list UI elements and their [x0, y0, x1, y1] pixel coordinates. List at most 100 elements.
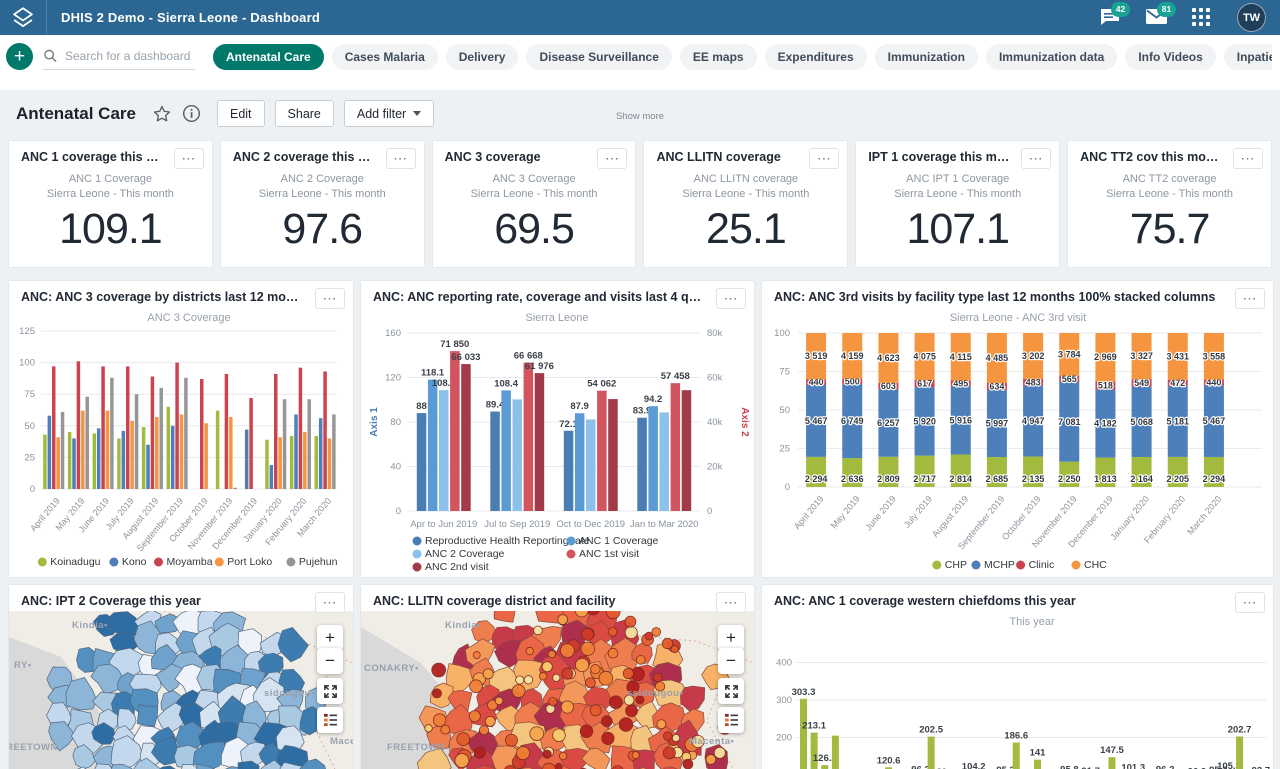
dashboard-chip[interactable]: Expenditures [765, 44, 867, 70]
map-layers-button[interactable] [718, 707, 744, 733]
edit-button[interactable]: Edit [217, 100, 265, 127]
svg-text:95.8: 95.8 [1060, 765, 1079, 769]
svg-text:4 159: 4 159 [841, 351, 864, 361]
stat-card: IPT 1 coverage this month⋯ANC IPT 1 Cove… [855, 140, 1060, 268]
layers-icon [724, 713, 739, 727]
map-title: ANC: IPT 2 Coverage this year [21, 594, 305, 608]
svg-text:80: 80 [390, 417, 401, 428]
new-dashboard-button[interactable]: + [6, 43, 33, 70]
svg-text:25: 25 [779, 444, 790, 455]
svg-text:7 081: 7 081 [1058, 417, 1081, 427]
app-title: DHIS 2 Demo - Sierra Leone - Dashboard [61, 10, 320, 25]
card-more-button[interactable]: ⋯ [597, 148, 627, 169]
user-avatar[interactable]: TW [1237, 3, 1266, 32]
legend-item[interactable]: ANC 1st visit [567, 548, 640, 560]
legend-item[interactable]: CHC [1072, 559, 1108, 571]
map-zoom-out-button[interactable]: − [718, 648, 744, 674]
legend-item[interactable]: Port Loko [215, 556, 273, 568]
svg-text:5 920: 5 920 [913, 416, 936, 426]
dashboard-chip[interactable]: Immunization data [986, 44, 1117, 70]
stat-subtitle: ANC 1 Coverage [9, 172, 212, 187]
legend-item[interactable]: ANC 2 Coverage [413, 548, 505, 560]
search-icon [43, 48, 58, 64]
info-icon[interactable] [182, 104, 201, 123]
map-place-label: Kindia• [445, 620, 481, 631]
share-button[interactable]: Share [275, 100, 334, 127]
svg-text:96.2: 96.2 [1156, 764, 1175, 769]
card-more-button[interactable]: ⋯ [386, 148, 416, 169]
card-more-button[interactable]: ⋯ [1021, 148, 1051, 169]
svg-text:213.1: 213.1 [802, 721, 826, 732]
map-fullscreen-button[interactable] [718, 678, 744, 704]
choropleth-map[interactable]: Kindia•RY•sidougou•REETOWNMacer [9, 611, 353, 769]
map-title: ANC: LLITN coverage district and facilit… [373, 594, 706, 608]
card-more-button[interactable]: ⋯ [716, 592, 746, 613]
dashboard-chip[interactable]: Immunization [875, 44, 978, 70]
legend-item[interactable]: Kono [109, 556, 146, 568]
legend-item[interactable]: Moyamba [154, 556, 213, 568]
svg-text:118.1: 118.1 [421, 368, 445, 379]
map-fullscreen-button[interactable] [317, 678, 343, 704]
svg-text:80k: 80k [707, 328, 723, 339]
card-more-button[interactable]: ⋯ [315, 288, 345, 309]
map-place-label: FREETOWN [387, 742, 445, 753]
svg-text:50: 50 [24, 421, 35, 432]
svg-text:94.2: 94.2 [644, 394, 663, 405]
legend-item[interactable]: Reproductive Health Reporting rate [413, 535, 590, 547]
svg-text:40k: 40k [707, 417, 723, 428]
dashboard-chip[interactable]: Cases Malaria [332, 44, 438, 70]
svg-text:0: 0 [707, 506, 712, 517]
card-more-button[interactable]: ⋯ [809, 148, 839, 169]
stat-card: ANC 3 coverage⋯ANC 3 CoverageSierra Leon… [432, 140, 637, 268]
card-more-button[interactable]: ⋯ [174, 148, 204, 169]
svg-text:3 558: 3 558 [1203, 351, 1226, 361]
card-more-button[interactable]: ⋯ [1235, 288, 1265, 309]
dashboard-title-bar: Antenatal Care Edit Share Add filter [16, 100, 434, 127]
stat-value: 69.5 [433, 205, 636, 254]
legend-item[interactable]: Koinadugu [38, 556, 101, 568]
svg-text:200: 200 [776, 733, 792, 744]
svg-text:5 181: 5 181 [1166, 417, 1189, 427]
legend-item[interactable]: Clinic [1016, 559, 1054, 571]
star-icon[interactable] [152, 104, 172, 124]
dashboard-chip[interactable]: EE maps [680, 44, 757, 70]
chevron-down-icon [413, 111, 421, 116]
card-more-button[interactable]: ⋯ [1235, 592, 1265, 613]
stat-card-title: ANC 3 coverage [445, 150, 588, 164]
add-filter-button[interactable]: Add filter [344, 100, 434, 127]
mail-icon[interactable]: 81 [1145, 7, 1167, 29]
header-bar: DHIS 2 Demo - Sierra Leone - Dashboard 4… [0, 0, 1280, 35]
card-more-button[interactable]: ⋯ [315, 592, 345, 613]
dashboard-chip[interactable]: Disease Surveillance [526, 44, 671, 70]
svg-text:2 135: 2 135 [1022, 474, 1045, 484]
dashboard-chip[interactable]: Delivery [446, 44, 519, 70]
stat-subtitle: ANC TT2 coverage [1068, 172, 1271, 187]
dashboard-search[interactable] [43, 43, 195, 70]
legend-item[interactable]: ANC 1 Coverage [567, 535, 659, 547]
legend-item[interactable]: ANC 2nd visit [413, 561, 489, 573]
map-layers-button[interactable] [317, 707, 343, 733]
stat-value: 109.1 [9, 205, 212, 254]
apps-menu-icon[interactable] [1191, 7, 1213, 29]
search-input[interactable] [63, 48, 195, 64]
svg-text:40: 40 [390, 462, 401, 473]
messages-icon[interactable]: 42 [1099, 7, 1121, 29]
edit-label: Edit [230, 107, 252, 121]
dashboard-screen: DHIS 2 Demo - Sierra Leone - Dashboard 4… [0, 0, 1280, 769]
legend-item[interactable]: CHP [932, 559, 967, 571]
dashboard-chip[interactable]: Info Videos [1125, 44, 1215, 70]
dashboard-chip[interactable]: Inpatient BMI, Weight and Height [1224, 44, 1272, 70]
legend-item[interactable]: Pujehun [286, 556, 337, 568]
card-more-button[interactable]: ⋯ [716, 288, 746, 309]
svg-text:96.2: 96.2 [911, 764, 930, 769]
facility-map[interactable]: Kindia•CONAKRY•ssidougou•FREETOWNMacenta… [361, 611, 754, 769]
dashboard-chip[interactable]: Antenatal Care [213, 44, 324, 70]
dhis2-logo-icon[interactable] [0, 0, 47, 35]
stat-value: 107.1 [856, 205, 1059, 254]
svg-text:4 623: 4 623 [877, 353, 900, 363]
svg-text:101.3: 101.3 [1121, 763, 1145, 769]
legend-item[interactable]: MCHP [972, 559, 1015, 571]
svg-text:54 062: 54 062 [587, 379, 616, 390]
card-more-button[interactable]: ⋯ [1233, 148, 1263, 169]
map-zoom-out-button[interactable]: − [317, 648, 343, 674]
